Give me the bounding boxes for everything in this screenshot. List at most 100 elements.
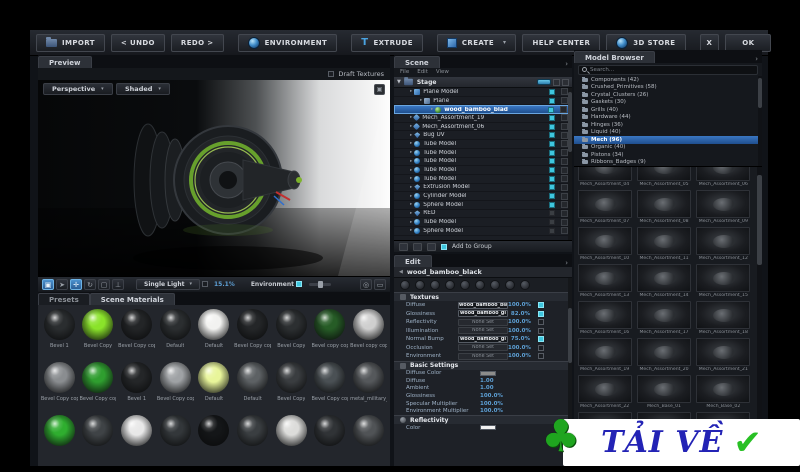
time-icon[interactable] [445, 280, 455, 290]
model-thumbnail[interactable]: Mech_Assortment_19 [576, 338, 633, 373]
material-item[interactable]: Bevel copy copy [349, 309, 388, 360]
expander-icon[interactable]: ▸ [410, 176, 412, 181]
texture-map-button[interactable]: wood_bamboo_gl [458, 335, 508, 343]
material-item[interactable]: Bevel Copy copy [233, 309, 272, 360]
texture-map-button[interactable]: wood_bamboo_bla [458, 301, 508, 309]
shading-dropdown[interactable]: Shaded [116, 83, 170, 95]
tab-presets[interactable]: Presets [38, 293, 90, 305]
row-options-button[interactable] [561, 166, 568, 174]
visibility-toggle[interactable] [549, 175, 555, 182]
advanced-icon[interactable] [520, 280, 530, 290]
search-input[interactable] [590, 66, 754, 73]
model-thumbnail[interactable]: Mech_Assortment_05 [635, 167, 692, 188]
material-item[interactable] [156, 415, 195, 466]
category-row[interactable]: Mech (96) [574, 136, 762, 144]
light-dropdown[interactable]: Single Light [136, 278, 200, 290]
material-item[interactable]: Bevel 1 [117, 362, 156, 413]
environment-slider[interactable] [308, 280, 331, 288]
expander-icon[interactable]: ▼ [397, 79, 401, 85]
model-thumbnail[interactable]: Mech_Assortment_12 [695, 227, 752, 262]
diffuse-color-swatch[interactable] [480, 370, 496, 376]
expander-icon[interactable]: ▸ [420, 98, 422, 103]
menu-file[interactable]: File [400, 69, 409, 77]
texture-enable-checkbox[interactable] [538, 319, 544, 326]
expander-icon[interactable]: ▸ [410, 133, 412, 138]
row-options-button[interactable] [561, 175, 568, 183]
material-item[interactable]: Default [195, 309, 234, 360]
model-thumbnail[interactable]: Mech_Assortment_16 [576, 301, 633, 336]
material-item[interactable]: Default [195, 362, 234, 413]
texture-enable-checkbox[interactable] [538, 344, 544, 351]
material-item[interactable]: Bevel Copy copy [156, 362, 195, 413]
model-thumbnail[interactable]: Mech_Assortment_22 [576, 375, 633, 410]
expander-icon[interactable]: ▸ [410, 228, 412, 233]
texture-percent-value[interactable]: 100.0% [508, 302, 534, 308]
scene-tree-row[interactable]: ▸ RED [394, 209, 572, 219]
scene-tree-row[interactable]: ▸ Bug UV [394, 131, 572, 141]
axis-tool-icon[interactable]: ⊥ [112, 278, 124, 290]
category-row[interactable]: Grills (40) [574, 106, 762, 114]
visibility-toggle[interactable] [548, 106, 554, 113]
model-thumbnail[interactable]: Mech_Assortment_21 [695, 338, 752, 373]
fullscreen-icon[interactable]: ▭ [374, 278, 386, 290]
texture-enable-checkbox[interactable] [538, 310, 544, 317]
scene-tree-row[interactable]: ▸ Cylinder Model [394, 192, 572, 201]
category-row[interactable]: Organic (40) [574, 144, 762, 152]
reflectivity-color-swatch[interactable] [480, 425, 496, 431]
category-row[interactable]: Hardware (44) [574, 114, 762, 122]
expander-icon[interactable]: ▸ [410, 185, 412, 190]
scene-tree-row[interactable]: ▸ wood_bamboo_blad [394, 105, 572, 115]
texture-percent-value[interactable]: 100.0% [508, 345, 534, 351]
texture-percent-value[interactable]: 100.0% [508, 353, 534, 359]
row-options-button[interactable] [561, 97, 568, 105]
category-row[interactable]: Components (42) [574, 76, 762, 84]
row-options-button[interactable] [561, 218, 568, 226]
model-thumbnail[interactable]: Mech_Assortment_08 [635, 190, 692, 225]
expander-icon[interactable]: ▸ [410, 168, 412, 173]
camera-dropdown[interactable]: Perspective [43, 83, 113, 95]
menu-edit[interactable]: Edit [417, 69, 428, 77]
texture-enable-checkbox[interactable] [538, 353, 544, 360]
row-options-button[interactable] [561, 123, 568, 131]
tab-scene-materials[interactable]: Scene Materials [89, 293, 175, 305]
row-options-button[interactable] [560, 106, 567, 114]
texture-map-button[interactable]: None Set [458, 327, 508, 335]
category-row[interactable]: Hinges (36) [574, 121, 762, 129]
texture-percent-value[interactable]: 82.0% [508, 311, 534, 317]
visibility-toggle[interactable] [549, 210, 555, 217]
expander-icon[interactable]: ▸ [410, 220, 412, 225]
material-item[interactable]: Bevel Copy [272, 309, 311, 360]
texture-percent-value[interactable]: 100.0% [508, 319, 534, 325]
setting-value[interactable]: 100.0% [480, 393, 503, 399]
uv-grid-icon[interactable] [490, 280, 500, 290]
row-options-button[interactable] [561, 227, 568, 235]
stage-toggle-pill[interactable] [537, 79, 551, 85]
material-item[interactable] [79, 415, 118, 466]
material-item[interactable]: Bevel 1 [40, 309, 79, 360]
texture-map-button[interactable]: None Set [458, 318, 508, 326]
setting-value[interactable]: 1.00 [480, 385, 494, 391]
tab-preview[interactable]: Preview [38, 56, 92, 68]
stage-option-button2[interactable] [562, 78, 569, 86]
row-options-button[interactable] [561, 209, 568, 217]
expander-icon[interactable]: ▸ [410, 115, 412, 120]
light-checkbox[interactable] [202, 281, 208, 287]
undo-button[interactable]: < UNDO [110, 33, 165, 52]
material-item[interactable]: Bevel copy copy [311, 309, 350, 360]
environment-map-icon[interactable] [430, 280, 440, 290]
material-item[interactable]: Bevel Copy copy [311, 362, 350, 413]
add-to-group-checkbox[interactable] [441, 243, 447, 250]
row-options-button[interactable] [561, 192, 568, 200]
expander-icon[interactable]: ▸ [410, 202, 412, 207]
material-item[interactable] [40, 415, 79, 466]
row-options-button[interactable] [561, 140, 568, 148]
tab-scene[interactable]: Scene [394, 56, 440, 68]
model-thumbnail[interactable]: Mech_Assortment_04 [576, 167, 633, 188]
import-button[interactable]: IMPORT [36, 33, 105, 52]
scene-tree-row[interactable]: ▸ Tube Model [394, 149, 572, 158]
category-row[interactable]: Liquid (40) [574, 129, 762, 137]
row-options-button[interactable] [561, 157, 568, 165]
3d-store-button[interactable]: 3D STORE [606, 33, 686, 52]
menu-view[interactable]: View [436, 69, 449, 77]
visibility-toggle[interactable] [549, 184, 555, 191]
